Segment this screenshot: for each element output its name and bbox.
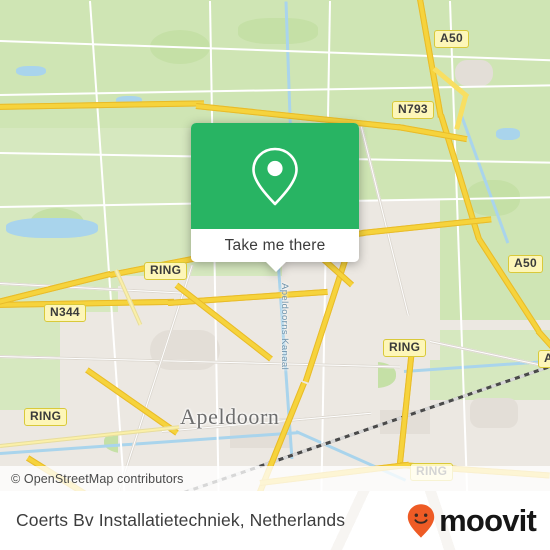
map-shield-a50: A50 — [434, 30, 469, 48]
footer-bar: Coerts Bv Installatietechniek, Netherlan… — [0, 491, 550, 550]
map-lake — [496, 128, 520, 140]
map-shield-ring: RING — [24, 408, 68, 426]
callout-header — [191, 123, 359, 229]
map-lake — [6, 218, 98, 238]
map-attribution-bar: © OpenStreetMap contributors — [0, 466, 550, 491]
take-me-there-button[interactable]: Take me there — [191, 229, 359, 262]
callout-tail — [265, 261, 287, 272]
moovit-map-page: Apeldoorn Apeldoorns Kanaal A50 N793 A50… — [0, 0, 550, 550]
map-shield-a50: A50 — [508, 255, 543, 273]
map-shield-ring: RING — [383, 339, 427, 357]
moovit-wordmark: moovit — [439, 503, 537, 538]
map-pin-icon — [252, 147, 298, 206]
map-attribution-text[interactable]: © OpenStreetMap contributors — [0, 472, 184, 486]
map-building-block — [470, 398, 518, 428]
map-shield-n793: N793 — [392, 101, 434, 119]
map-canvas[interactable]: Apeldoorn Apeldoorns Kanaal A50 N793 A50… — [0, 0, 550, 491]
map-shield-a50-clipped: A5 — [538, 350, 550, 368]
location-title: Coerts Bv Installatietechniek, Netherlan… — [16, 510, 346, 530]
take-me-there-label: Take me there — [224, 236, 326, 254]
moovit-pin-icon — [407, 503, 435, 538]
map-shield-ring: RING — [144, 262, 188, 280]
map-building-block — [455, 60, 493, 86]
map-lake — [16, 66, 46, 76]
callout-body: Take me there — [191, 123, 359, 262]
map-forest-area — [0, 0, 412, 133]
map-park-area — [238, 18, 318, 44]
map-shield-n344: N344 — [44, 304, 86, 322]
map-water-label-canal: Apeldoorns Kanaal — [279, 283, 290, 371]
moovit-logo[interactable]: moovit — [406, 503, 537, 539]
location-callout[interactable]: Take me there — [191, 123, 359, 272]
map-place-label-apeldoorn: Apeldoorn — [180, 404, 280, 429]
